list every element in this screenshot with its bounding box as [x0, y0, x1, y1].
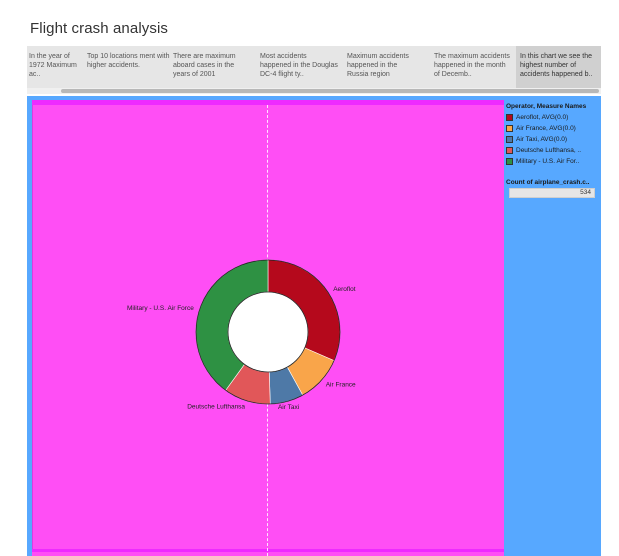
story-point-3[interactable]: There are maximum aboard cases in the ye… — [171, 46, 257, 88]
story-navigator: In the year of 1972 Maximum ac.. Top 10 … — [27, 46, 601, 88]
slice-label: Deutsche Lufthansa — [187, 404, 245, 411]
legend-item[interactable]: Deutsche Lufthansa, .. — [506, 145, 598, 156]
legend-item[interactable]: Military - U.S. Air For.. — [506, 156, 598, 167]
story-point-text: The maximum accidents happened in the mo… — [434, 53, 510, 78]
story-point-6[interactable]: The maximum accidents happened in the mo… — [432, 46, 516, 88]
dashboard: Aeroflot Air France Air Taxi Deutsche Lufth… — [27, 96, 601, 556]
legend-label: Aeroflot, AVG(0.0) — [516, 114, 569, 121]
story-point-4[interactable]: Most accidents happened in the Douglas D… — [258, 46, 344, 88]
count-filter-title: Count of airplane_crash.c.. — [506, 179, 590, 186]
story-point-text: In this chart we see the highest number … — [520, 53, 593, 78]
slice-label: Air France — [326, 381, 356, 388]
count-filter-value[interactable]: 534 — [509, 188, 595, 198]
legend-item[interactable]: Air Taxi, AVG(0.0) — [506, 134, 598, 145]
legend-label: Military - U.S. Air For.. — [516, 158, 580, 165]
legend-label: Air France, AVG(0.0) — [516, 125, 576, 132]
story-point-text: In the year of 1972 Maximum ac.. — [29, 53, 77, 78]
story-point-text: There are maximum aboard cases in the ye… — [173, 53, 236, 78]
slice-label: Aeroflot — [333, 286, 356, 293]
story-point-7[interactable]: In this chart we see the highest number … — [516, 46, 601, 88]
donut-chart: Aeroflot Air France Air Taxi Deutsche Lufth… — [127, 259, 356, 411]
story-point-1[interactable]: In the year of 1972 Maximum ac.. — [27, 46, 85, 88]
legend-swatch — [506, 158, 513, 165]
story-point-text: Top 10 locations ment with higher accide… — [87, 53, 170, 69]
story-point-2[interactable]: Top 10 locations ment with higher accide… — [85, 46, 173, 88]
donut-hole — [227, 291, 309, 373]
legend-label: Deutsche Lufthansa, .. — [516, 147, 582, 154]
story-point-5[interactable]: Maximum accidents happened in the Russia… — [345, 46, 431, 88]
legend: Operator, Measure Names Aeroflot, AVG(0.… — [506, 103, 598, 167]
legend-item[interactable]: Air France, AVG(0.0) — [506, 123, 598, 134]
legend-swatch — [506, 136, 513, 143]
story-scrollbar[interactable] — [27, 88, 601, 94]
story-point-text: Most accidents happened in the Douglas D… — [260, 53, 338, 78]
legend-item[interactable]: Aeroflot, AVG(0.0) — [506, 112, 598, 123]
legend-title: Operator, Measure Names — [506, 103, 587, 110]
legend-swatch — [506, 147, 513, 154]
scrollbar-thumb[interactable] — [61, 89, 599, 93]
slice-label: Military - U.S. Air Force — [127, 305, 194, 312]
slice-label: Air Taxi — [278, 404, 299, 411]
legend-swatch — [506, 125, 513, 132]
legend-swatch — [506, 114, 513, 121]
legend-label: Air Taxi, AVG(0.0) — [516, 136, 568, 143]
page-title: Flight crash analysis — [30, 20, 168, 37]
story-point-text: Maximum accidents happened in the Russia… — [347, 53, 409, 78]
